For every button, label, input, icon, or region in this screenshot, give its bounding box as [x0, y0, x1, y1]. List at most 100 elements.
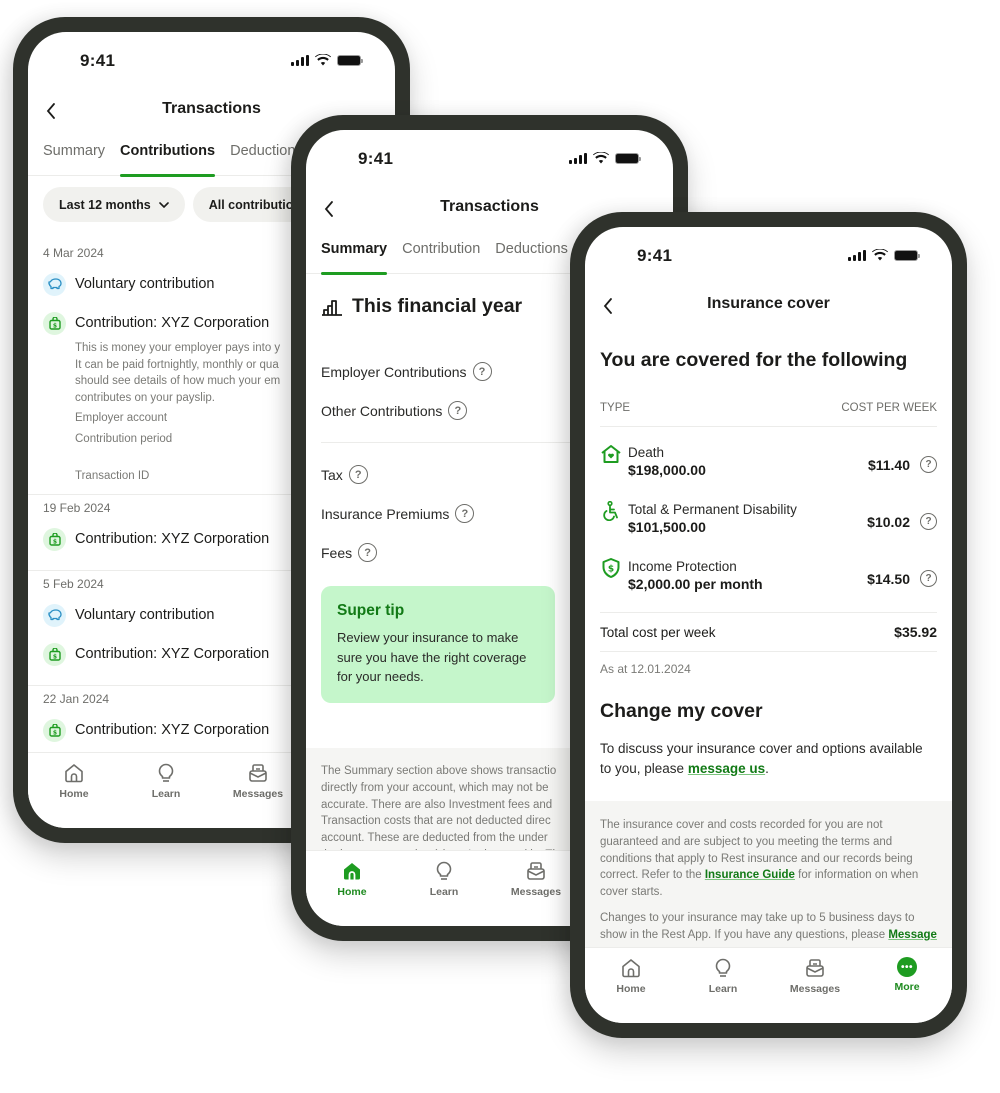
row-label: Tax: [321, 466, 343, 483]
wifi-icon: [315, 54, 331, 66]
nav-label: Messages: [789, 983, 841, 995]
description-line: contributes on your payslip.: [75, 391, 215, 404]
help-icon[interactable]: ?: [920, 513, 937, 530]
help-icon[interactable]: ?: [455, 504, 475, 523]
tab-summary[interactable]: Summary: [321, 238, 388, 275]
col-type: TYPE: [600, 402, 631, 414]
nav-label: Home: [337, 886, 367, 898]
wifi-icon: [872, 249, 888, 261]
cover-cost: $14.50: [867, 570, 910, 587]
disclaimer-paragraph: Changes to your insurance may take up to…: [600, 910, 937, 951]
inbox-icon: [806, 959, 824, 977]
svg-text:$: $: [52, 538, 56, 545]
period-filter[interactable]: Last 12 months: [43, 187, 185, 222]
tab-deductions[interactable]: Deductions: [495, 238, 568, 274]
transaction-label: Voluntary contribution: [75, 276, 215, 292]
nav-label: Home: [59, 788, 89, 800]
tip-title: Super tip: [337, 602, 405, 619]
help-icon[interactable]: ?: [472, 362, 492, 381]
status-bar: 9:41: [28, 32, 395, 90]
detail-key: Employer account: [75, 412, 168, 424]
home-icon: [65, 764, 83, 783]
more-dots-icon: •••: [897, 957, 917, 977]
nav-home[interactable]: Home: [306, 851, 398, 926]
description-line: should see details of how much your em: [75, 375, 281, 387]
nav-home[interactable]: Home: [28, 753, 120, 828]
help-icon[interactable]: ?: [920, 456, 937, 473]
transaction-label: Contribution: XYZ Corporation: [75, 315, 270, 331]
signal-icon: [291, 54, 309, 66]
disclaimer-text: Changes to your insurance may take up to…: [600, 911, 915, 941]
cover-table-header: TYPE COST PER WEEK: [600, 402, 937, 427]
signal-icon: [848, 249, 866, 261]
super-tip-card: Super tip Review your insurance to make …: [321, 586, 555, 703]
tip-text: Review your insurance to make sure you h…: [337, 630, 527, 684]
cover-amount: $198,000.00: [628, 462, 706, 478]
money-bag-icon: $: [43, 718, 66, 742]
nav-learn[interactable]: Learn: [398, 851, 490, 926]
change-text-end: .: [765, 760, 769, 776]
help-icon[interactable]: ?: [920, 570, 937, 587]
svg-text:$: $: [52, 322, 56, 329]
filter-chips: Last 12 months All contributions: [43, 187, 324, 222]
row-label: Fees: [321, 544, 353, 561]
nav-label: Learn: [708, 983, 738, 995]
screen: 9:41 Insurance cover You are covered for…: [585, 227, 952, 1023]
total-label: Total cost per week: [600, 624, 716, 640]
status-bar: 9:41: [306, 130, 673, 188]
cover-amount: $2,000.00 per month: [628, 576, 763, 592]
cover-cost: $10.02: [867, 513, 910, 530]
nav-label: Learn: [151, 788, 181, 800]
transaction-label: Contribution: XYZ Corporation: [75, 531, 270, 547]
detail-key: Contribution period: [75, 432, 173, 445]
battery-icon: [337, 54, 363, 66]
signal-icon: [569, 152, 587, 164]
home-icon: [622, 959, 640, 978]
status-time: 9:41: [637, 246, 673, 265]
nav-home[interactable]: Home: [585, 948, 677, 1023]
nav-learn[interactable]: Learn: [120, 753, 212, 828]
nav-more[interactable]: ••• More: [861, 948, 952, 1023]
money-bag-icon: $: [43, 642, 66, 666]
cover-type: Total & Permanent Disability: [628, 502, 797, 517]
status-icons: [291, 54, 363, 66]
bottom-nav: Home Learn Messages ••• More: [585, 947, 952, 1023]
transaction-label: Contribution: XYZ Corporation: [75, 722, 270, 738]
cover-list: Death $198,000.00 $11.40 ? Total & Perma…: [600, 444, 937, 615]
nav-label: Learn: [429, 886, 459, 898]
total-value: $35.92: [894, 624, 937, 640]
svg-text:$: $: [608, 565, 614, 575]
cover-row-income: $ Income Protection $2,000.00 per month …: [600, 558, 937, 615]
transaction-label: Contribution: XYZ Corporation: [75, 646, 270, 662]
status-time: 9:41: [358, 149, 394, 168]
nav-label: Home: [616, 983, 646, 995]
insurance-guide-link[interactable]: Insurance Guide: [705, 869, 795, 881]
nav-messages[interactable]: Messages: [769, 948, 861, 1023]
nav-messages[interactable]: Messages: [490, 851, 582, 926]
money-bag-icon: $: [43, 311, 66, 335]
help-icon[interactable]: ?: [448, 401, 468, 420]
wifi-icon: [593, 152, 609, 164]
disclaimer-paragraph: The insurance cover and costs recorded f…: [600, 817, 937, 901]
total-row: Total cost per week $35.92: [600, 612, 937, 652]
nav-label: More: [894, 981, 920, 993]
cover-row-tpd: Total & Permanent Disability $101,500.00…: [600, 501, 937, 558]
nav-learn[interactable]: Learn: [677, 948, 769, 1023]
lightbulb-icon: [158, 763, 174, 782]
nav-bar: Insurance cover: [585, 287, 952, 327]
row-label: Other Contributions: [321, 402, 443, 419]
help-icon[interactable]: ?: [348, 465, 368, 484]
covered-heading: You are covered for the following: [600, 349, 908, 371]
status-bar: 9:41: [585, 227, 952, 285]
help-icon[interactable]: ?: [358, 543, 378, 562]
cover-type: Death: [628, 445, 665, 460]
nav-label: Messages: [232, 788, 284, 800]
section-title: This financial year: [321, 295, 522, 318]
message-us-link[interactable]: message us: [688, 761, 765, 776]
inbox-icon: [249, 764, 267, 782]
tab-contributions[interactable]: Contributions: [120, 140, 216, 177]
phone-insurance: 9:41 Insurance cover You are covered for…: [570, 212, 967, 1038]
wheelchair-icon: [603, 501, 618, 521]
tab-summary[interactable]: Summary: [43, 140, 105, 176]
tab-contribution[interactable]: Contribution: [402, 238, 480, 274]
